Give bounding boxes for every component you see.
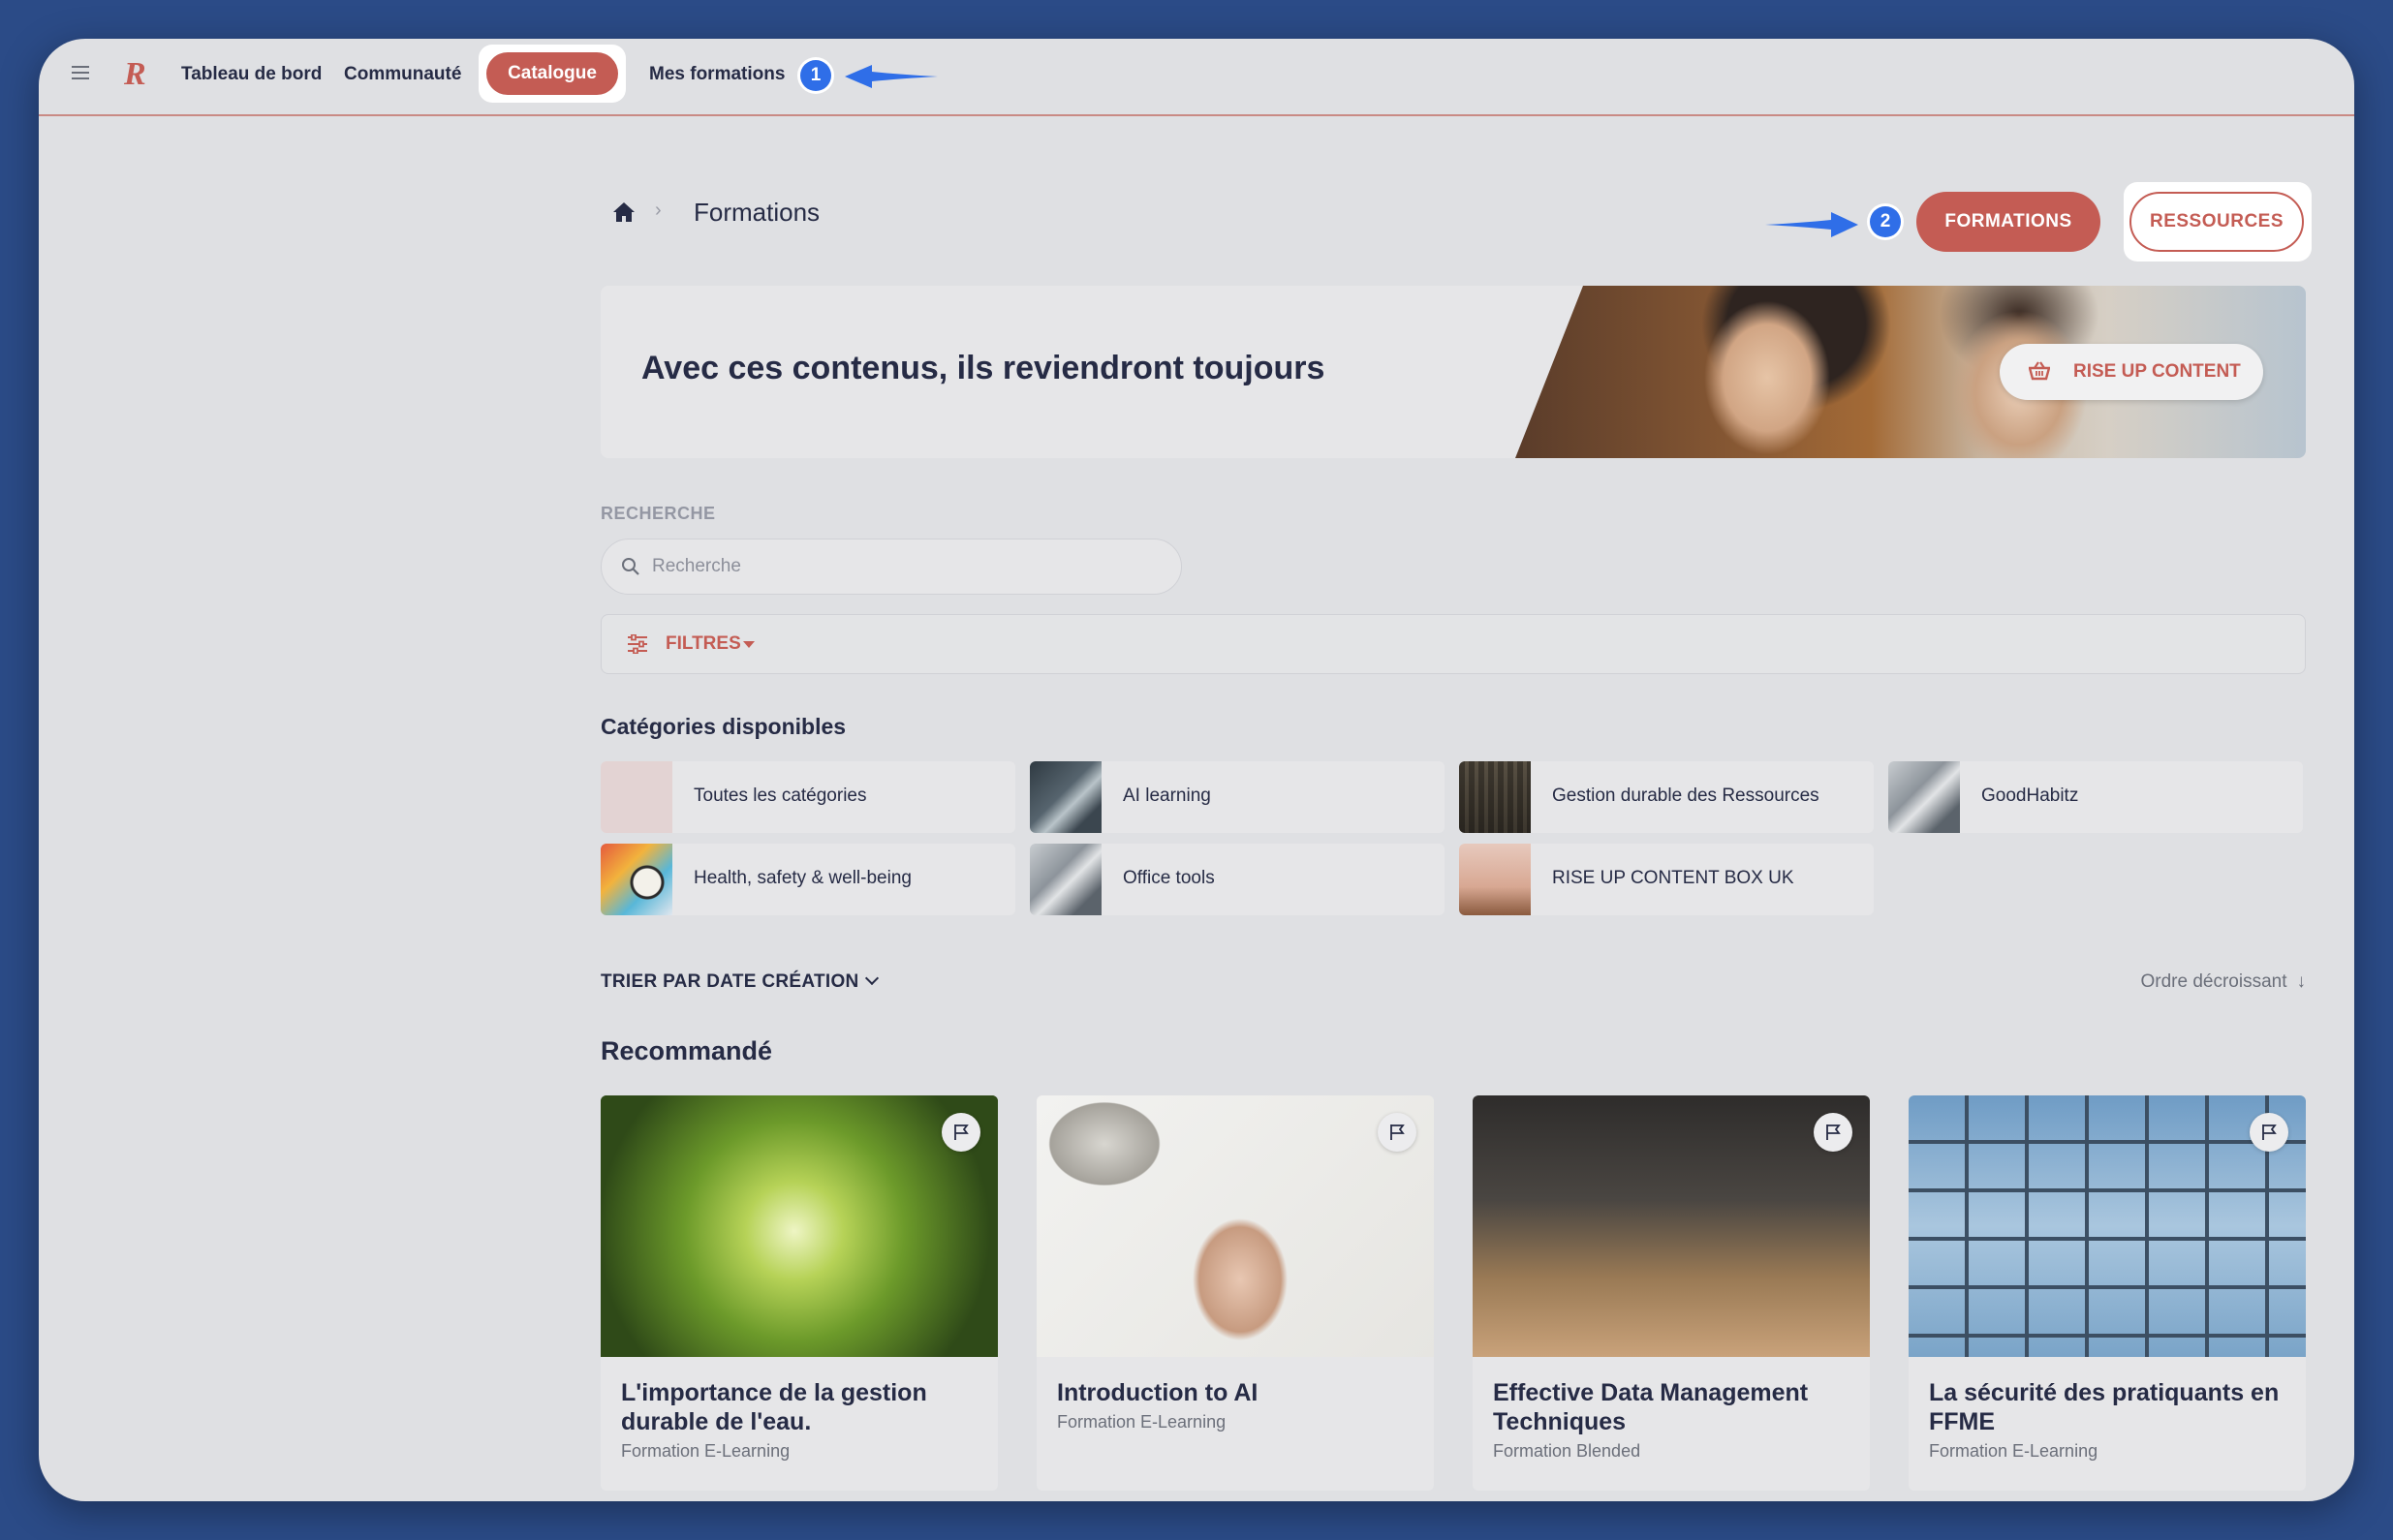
course-image xyxy=(601,1095,998,1357)
step-badge-2: 2 xyxy=(1870,206,1901,237)
top-navigation: R Tableau de bord Communauté Catalogue M… xyxy=(39,39,2354,116)
course-image xyxy=(1909,1095,2306,1357)
caret-down-icon xyxy=(743,641,755,648)
course-card[interactable]: L'importance de la gestion durable de l'… xyxy=(601,1095,998,1491)
arrow-down-icon: ↓ xyxy=(2296,971,2307,992)
category-card[interactable]: GoodHabitz xyxy=(1888,761,2303,833)
course-type: Formation E-Learning xyxy=(621,1441,791,1461)
category-thumbnail xyxy=(1030,844,1102,915)
course-type: Formation Blended xyxy=(1493,1441,1641,1461)
nav-dashboard[interactable]: Tableau de bord xyxy=(181,64,322,85)
category-label: Gestion durable des Ressources xyxy=(1552,785,1819,806)
category-thumbnail xyxy=(601,761,672,833)
sort-by-label: TRIER PAR DATE CRÉATION xyxy=(601,971,859,992)
flag-icon xyxy=(1826,1124,1841,1140)
chevron-down-icon xyxy=(864,970,879,986)
chevron-right-icon: › xyxy=(655,200,662,221)
formations-button[interactable]: FORMATIONS xyxy=(1916,192,2100,252)
nav-my-trainings[interactable]: Mes formations xyxy=(649,64,785,85)
bookmark-button[interactable] xyxy=(942,1113,980,1152)
app-window: R Tableau de bord Communauté Catalogue M… xyxy=(39,39,2354,1501)
course-title: Introduction to AI xyxy=(1057,1379,1259,1406)
flag-icon xyxy=(2262,1124,2277,1140)
category-card[interactable]: Gestion durable des Ressources xyxy=(1459,761,1874,833)
step-badge-1: 1 xyxy=(800,60,831,91)
sort-order-toggle[interactable]: Ordre décroissant ↓ xyxy=(2140,971,2306,993)
category-label: Office tools xyxy=(1123,868,1215,888)
nav-catalogue[interactable]: Catalogue xyxy=(486,52,618,95)
categories-heading: Catégories disponibles xyxy=(601,714,847,739)
course-title: L'importance de la gestion durable de l'… xyxy=(621,1379,927,1435)
category-label: Toutes les catégories xyxy=(694,785,867,806)
course-card[interactable]: Introduction to AI Formation E-Learning xyxy=(1037,1095,1434,1491)
category-card[interactable]: AI learning xyxy=(1030,761,1445,833)
recommended-heading: Recommandé xyxy=(601,1036,773,1065)
course-image xyxy=(1473,1095,1870,1357)
page-title: Formations xyxy=(694,198,821,227)
flag-icon xyxy=(954,1124,969,1140)
menu-icon[interactable] xyxy=(72,66,89,79)
category-thumbnail xyxy=(1459,761,1531,833)
course-image xyxy=(1037,1095,1434,1357)
course-card[interactable]: La sécurité des pratiquants en FFME Form… xyxy=(1909,1095,2306,1491)
category-label: Health, safety & well-being xyxy=(694,868,912,888)
home-icon[interactable] xyxy=(612,201,636,223)
logo[interactable]: R xyxy=(124,56,146,93)
filters-bar[interactable]: FILTRES xyxy=(601,614,2306,674)
rise-up-content-label: RISE UP CONTENT xyxy=(2073,361,2241,382)
sort-by-dropdown[interactable]: TRIER PAR DATE CRÉATION xyxy=(601,970,879,993)
search-icon xyxy=(622,558,639,575)
course-type: Formation E-Learning xyxy=(1057,1412,1227,1432)
category-thumbnail xyxy=(1459,844,1531,915)
category-card[interactable]: Office tools xyxy=(1030,844,1445,915)
category-thumbnail xyxy=(1030,761,1102,833)
arrow-left-icon xyxy=(845,65,938,88)
nav-catalogue-highlight: Catalogue xyxy=(479,45,626,103)
sort-order-label: Ordre décroissant xyxy=(2140,971,2287,992)
filters-icon xyxy=(628,634,647,654)
course-card[interactable]: Effective Data Management Techniques For… xyxy=(1473,1095,1870,1491)
search-input[interactable] xyxy=(652,553,1136,580)
category-card[interactable]: RISE UP CONTENT BOX UK xyxy=(1459,844,1874,915)
course-title: La sécurité des pratiquants en FFME xyxy=(1929,1379,2280,1435)
basket-icon xyxy=(2029,361,2050,381)
banner-title: Avec ces contenus, ils reviendront toujo… xyxy=(641,350,1325,386)
category-thumbnail xyxy=(601,844,672,915)
category-label: GoodHabitz xyxy=(1981,785,2079,806)
course-type: Formation E-Learning xyxy=(1929,1441,2098,1461)
category-label: AI learning xyxy=(1123,785,1211,806)
ressources-highlight: RESSOURCES xyxy=(2124,182,2312,262)
search-label: RECHERCHE xyxy=(601,504,716,523)
category-card[interactable]: Health, safety & well-being xyxy=(601,844,1015,915)
category-card[interactable]: Toutes les catégories xyxy=(601,761,1015,833)
search-box[interactable] xyxy=(601,539,1182,595)
arrow-right-icon xyxy=(1765,212,1858,237)
flag-icon xyxy=(1390,1124,1405,1140)
category-thumbnail xyxy=(1888,761,1960,833)
category-label: RISE UP CONTENT BOX UK xyxy=(1552,868,1794,888)
ressources-button[interactable]: RESSOURCES xyxy=(2129,192,2304,252)
course-title: Effective Data Management Techniques xyxy=(1493,1379,1809,1435)
filters-label: FILTRES xyxy=(666,633,741,654)
nav-community[interactable]: Communauté xyxy=(344,64,461,85)
bookmark-button[interactable] xyxy=(1378,1113,1416,1152)
bookmark-button[interactable] xyxy=(2250,1113,2288,1152)
bookmark-button[interactable] xyxy=(1814,1113,1852,1152)
rise-up-content-button[interactable]: RISE UP CONTENT xyxy=(2000,344,2263,400)
promo-banner: Avec ces contenus, ils reviendront toujo… xyxy=(601,286,2306,458)
